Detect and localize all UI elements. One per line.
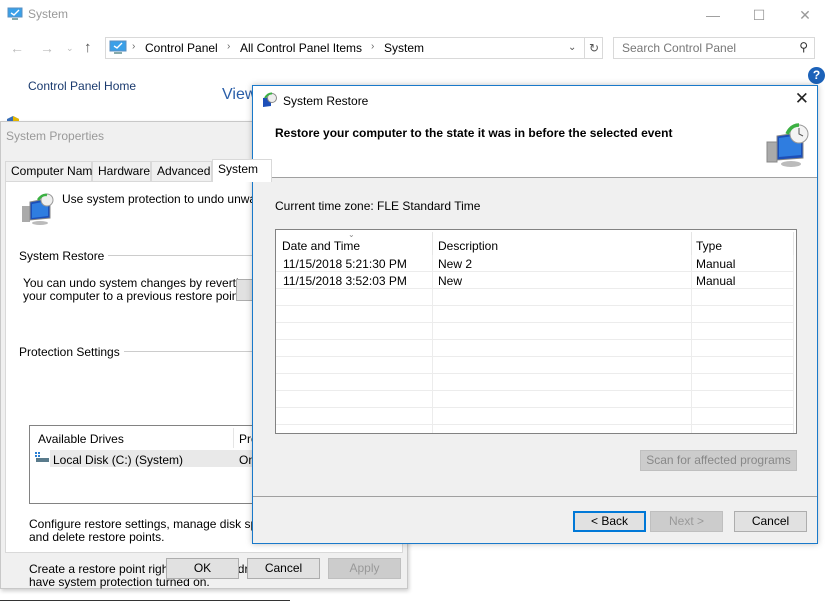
- breadcrumb-all-items[interactable]: All Control Panel Items: [240, 41, 362, 55]
- up-button[interactable]: ↑: [84, 38, 92, 58]
- search-placeholder: Search Control Panel: [622, 41, 737, 55]
- empty-row: [276, 340, 794, 357]
- sort-indicator-icon: ⌄: [348, 230, 355, 239]
- help-icon[interactable]: ?: [808, 67, 825, 84]
- table-row[interactable]: 11/15/2018 3:52:03 PM New Manual: [276, 272, 794, 289]
- system-restore-text-line2: your computer to a previous restore poin…: [23, 289, 246, 303]
- footer-divider: [253, 496, 817, 497]
- cell-date-time: 11/15/2018 3:52:03 PM: [283, 274, 407, 288]
- scan-affected-programs-button[interactable]: Scan for affected programs: [640, 450, 797, 471]
- cell-date-time: 11/15/2018 5:21:30 PM: [283, 257, 407, 271]
- dialog-title: System Restore: [283, 94, 369, 108]
- restore-points-table: ⌄ Date and Time Description Type 11/15/2…: [275, 229, 797, 434]
- forward-button[interactable]: →: [40, 38, 54, 58]
- tab-advanced[interactable]: Advanced: [151, 161, 212, 181]
- cell-type: Manual: [696, 274, 736, 288]
- column-separator[interactable]: [691, 232, 692, 255]
- breadcrumb-separator: ›: [132, 41, 136, 52]
- system-restore-group-label: System Restore: [19, 249, 109, 263]
- system-restore-dialog: System Restore ✕ Restore your computer t…: [252, 85, 818, 544]
- ok-button[interactable]: OK: [166, 558, 239, 579]
- column-separator: [233, 428, 234, 448]
- column-separator[interactable]: [793, 232, 794, 255]
- empty-row: [276, 357, 794, 374]
- empty-row: [276, 306, 794, 323]
- cancel-button[interactable]: Cancel: [247, 558, 320, 579]
- configure-text-line2: and delete restore points.: [29, 530, 165, 544]
- system-restore-icon: [22, 193, 54, 225]
- cancel-button[interactable]: Cancel: [734, 511, 807, 532]
- address-bar[interactable]: › Control Panel › All Control Panel Item…: [105, 37, 603, 59]
- tab-computer-name[interactable]: Computer Name: [5, 161, 99, 181]
- minimize-button[interactable]: —: [690, 4, 736, 26]
- table-row[interactable]: 11/15/2018 5:21:30 PM New 2 Manual: [276, 255, 794, 272]
- tab-hardware[interactable]: Hardware: [92, 161, 151, 181]
- drive-icon: [35, 452, 49, 462]
- close-button[interactable]: ✕: [782, 4, 826, 26]
- empty-row: [276, 323, 794, 340]
- refresh-button[interactable]: ↻: [584, 38, 603, 58]
- column-header-available-drives[interactable]: Available Drives: [38, 432, 124, 446]
- recent-locations-button[interactable]: ⌄: [66, 38, 74, 58]
- system-restore-large-icon: [766, 123, 809, 167]
- search-icon[interactable]: ⚲: [799, 40, 808, 54]
- tab-system-protection[interactable]: System: [212, 159, 272, 182]
- window-title: System: [28, 7, 69, 21]
- chevron-down-icon[interactable]: ⌄: [568, 40, 582, 56]
- empty-row: [276, 374, 794, 391]
- empty-row: [276, 408, 794, 425]
- drives-table: Available Drives Pro Local Disk (C:) (Sy…: [29, 425, 290, 504]
- column-header-description[interactable]: Description: [438, 239, 498, 253]
- back-button[interactable]: ←: [10, 38, 24, 58]
- back-button[interactable]: < Back: [573, 511, 646, 532]
- system-restore-icon: [263, 92, 277, 107]
- protection-settings-group-label: Protection Settings: [19, 345, 124, 359]
- system-window-titlebar: System — ☐ ✕: [0, 0, 826, 30]
- apply-button[interactable]: Apply: [328, 558, 401, 579]
- empty-row: [276, 289, 794, 306]
- empty-row: [276, 391, 794, 408]
- dialog-heading: Restore your computer to the state it wa…: [275, 126, 673, 140]
- computer-icon: [109, 40, 127, 54]
- breadcrumb-separator: ›: [371, 41, 375, 52]
- breadcrumb-system[interactable]: System: [384, 41, 424, 55]
- column-header-type[interactable]: Type: [696, 239, 722, 253]
- drive-name: Local Disk (C:) (System): [53, 453, 184, 467]
- system-icon: [7, 7, 23, 20]
- dialog-title: System Properties: [6, 129, 105, 143]
- maximize-button[interactable]: ☐: [736, 4, 782, 26]
- cell-description: New: [438, 274, 463, 288]
- table-header: ⌄ Date and Time Description Type: [276, 230, 796, 255]
- column-header-date-time[interactable]: Date and Time: [282, 239, 360, 253]
- intro-text: Use system protection to undo unwanted: [62, 192, 280, 206]
- control-panel-home-link[interactable]: Control Panel Home: [28, 79, 136, 93]
- breadcrumb-separator: ›: [227, 41, 231, 52]
- search-input[interactable]: Search Control Panel ⚲: [613, 37, 815, 59]
- dialog-header: System Restore ✕ Restore your computer t…: [253, 86, 817, 178]
- cell-type: Manual: [696, 257, 736, 271]
- cell-description: New 2: [438, 257, 473, 271]
- timezone-label: Current time zone: FLE Standard Time: [275, 199, 481, 213]
- column-separator[interactable]: [432, 232, 433, 255]
- next-button[interactable]: Next >: [650, 511, 723, 532]
- navigation-bar: ← → ⌄ ↑ › Control Panel › All Control Pa…: [0, 36, 826, 60]
- breadcrumb-control-panel[interactable]: Control Panel: [145, 41, 218, 55]
- close-button[interactable]: ✕: [795, 89, 809, 109]
